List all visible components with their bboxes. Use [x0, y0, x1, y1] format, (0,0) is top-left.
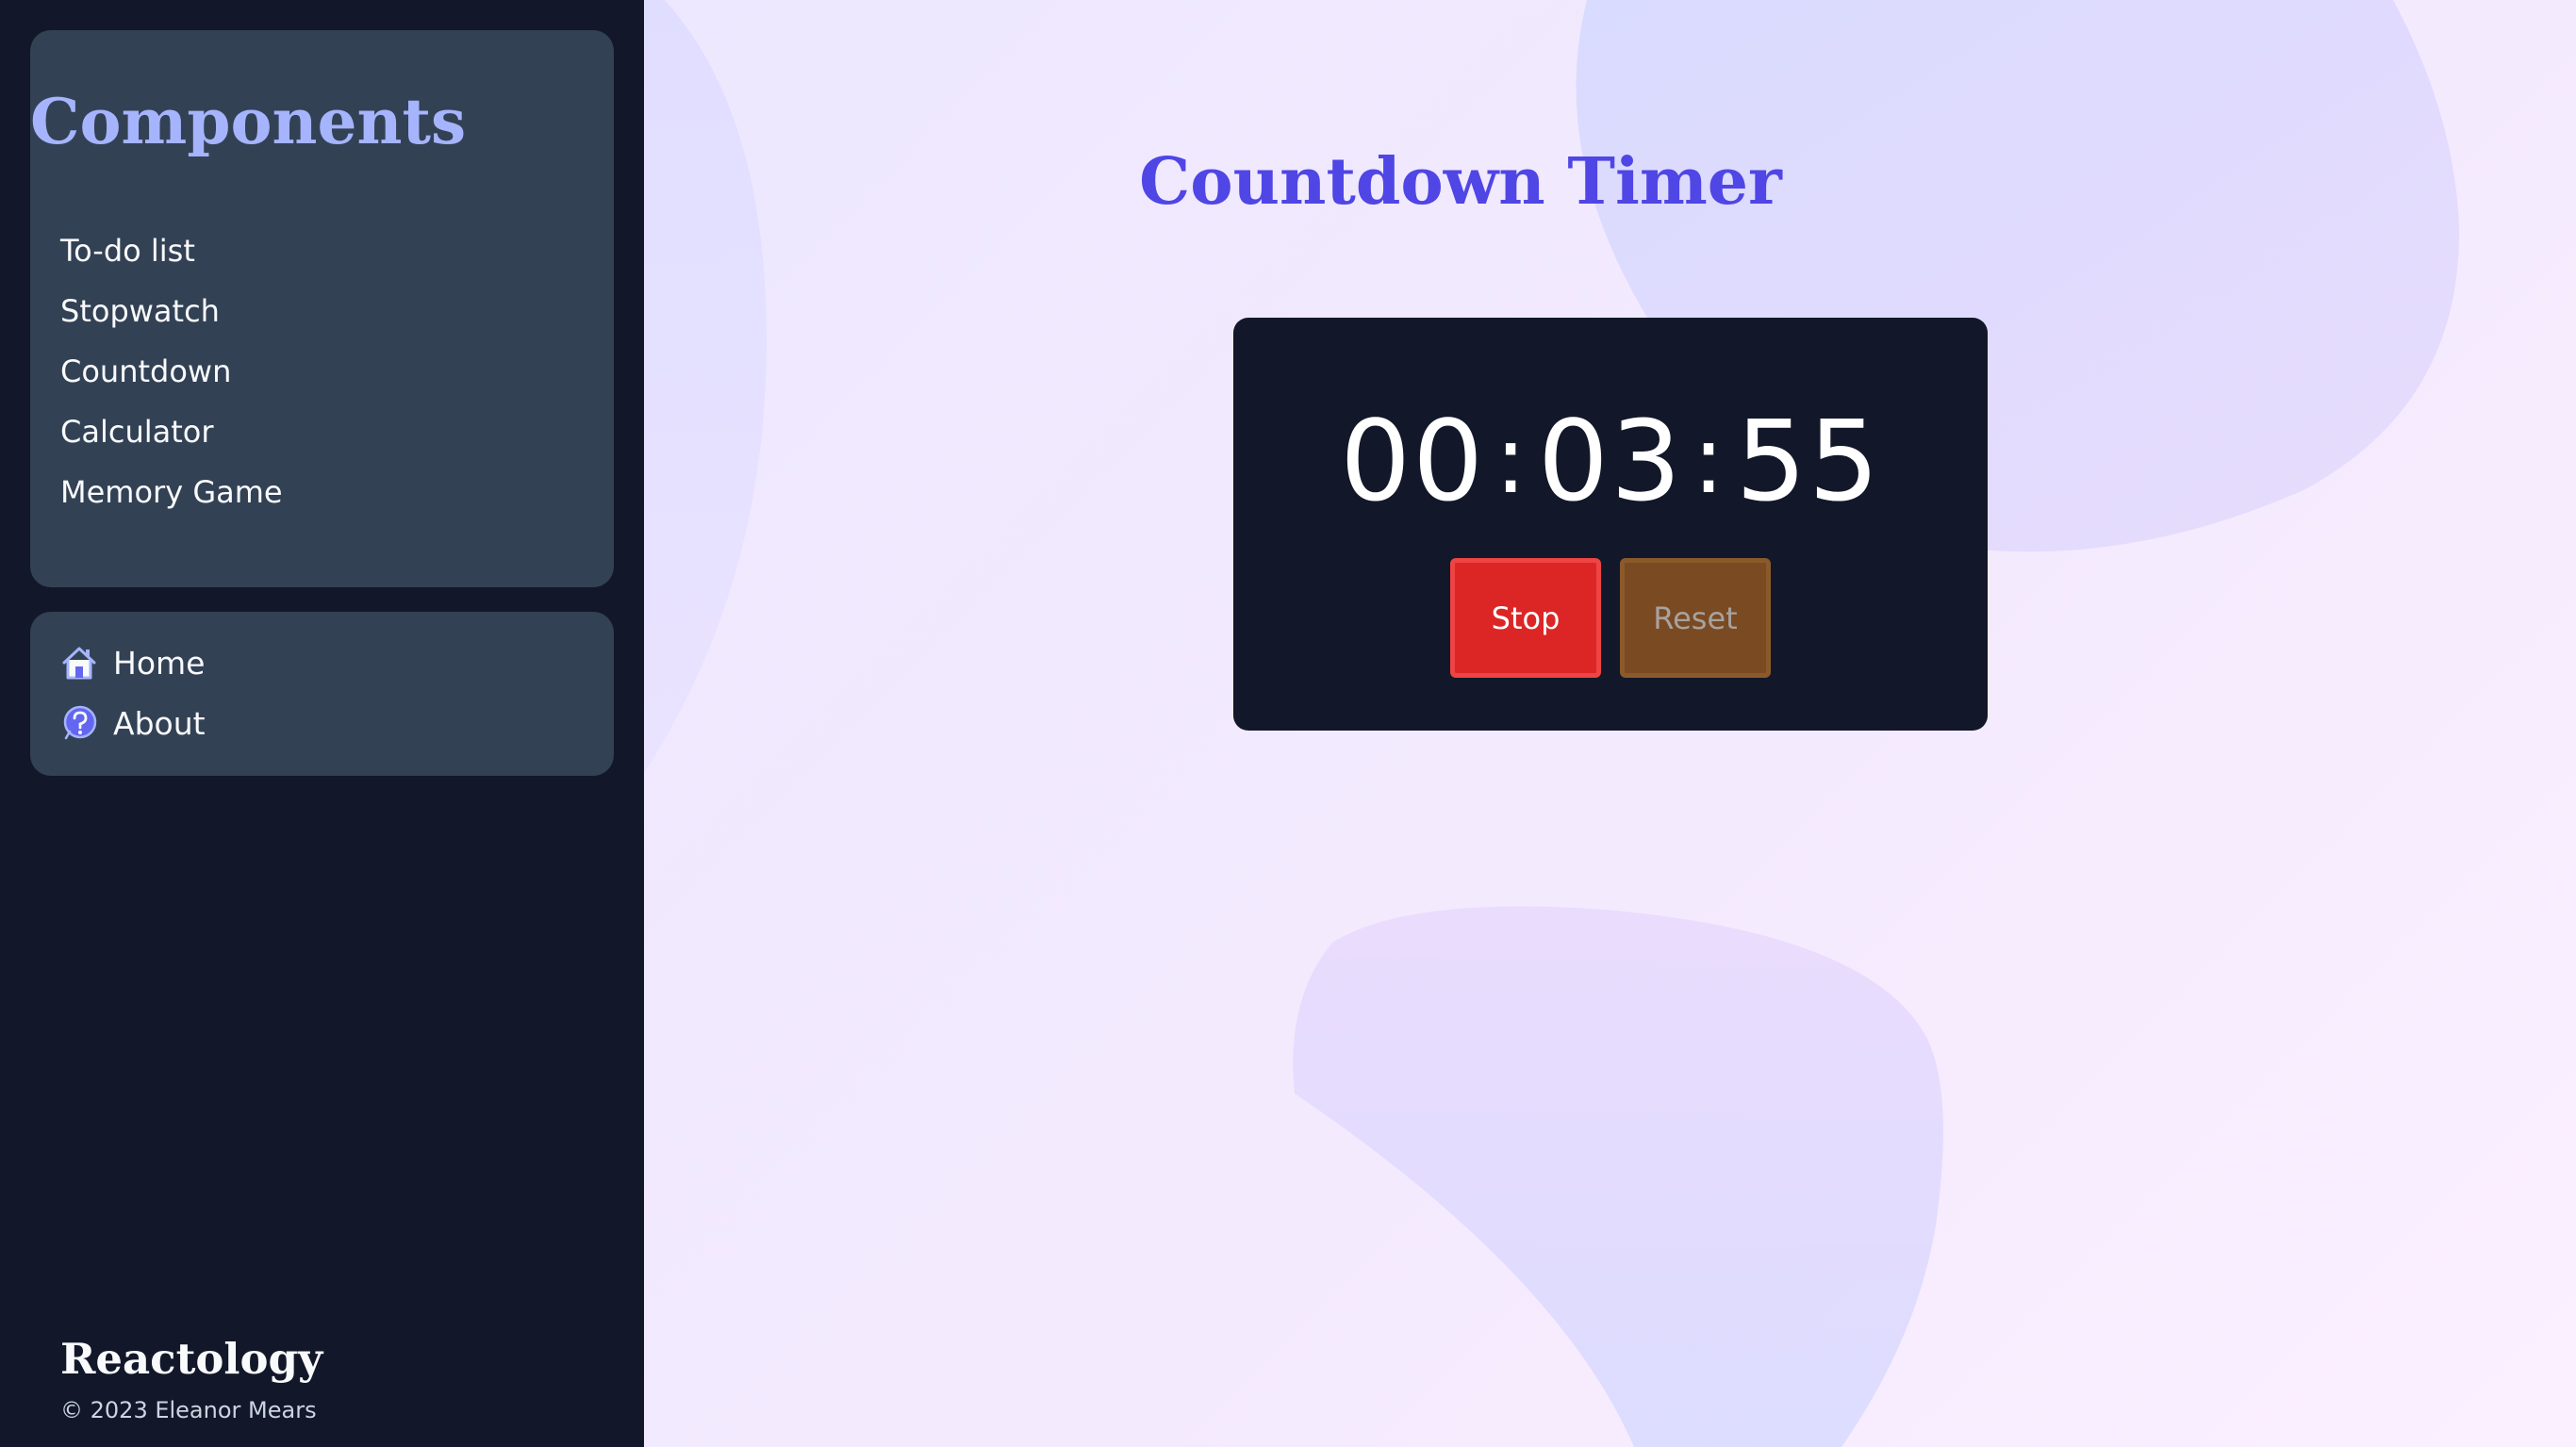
nav-item-about-label: About: [113, 704, 206, 742]
components-title: Components: [30, 85, 467, 158]
menu-item-calculator[interactable]: Calculator: [60, 402, 283, 462]
menu-item-todo-list[interactable]: To-do list: [60, 221, 283, 281]
timer-seconds: 55: [1735, 396, 1881, 526]
timer-display: 00:03:55: [1233, 395, 1988, 534]
brand-name: Reactology: [60, 1334, 323, 1384]
menu-item-memory-game[interactable]: Memory Game: [60, 462, 283, 522]
timer-minutes: 03: [1537, 396, 1684, 526]
timer-hours: 00: [1340, 396, 1486, 526]
nav-item-about[interactable]: About: [60, 693, 206, 753]
home-icon: [60, 644, 98, 682]
copyright: © 2023 Eleanor Mears: [60, 1397, 317, 1423]
nav-item-home[interactable]: Home: [60, 633, 206, 693]
page-title: Countdown Timer: [1139, 144, 1782, 220]
nav-menu: Home About: [60, 633, 206, 753]
reset-button[interactable]: Reset: [1620, 558, 1771, 678]
menu-item-stopwatch[interactable]: Stopwatch: [60, 281, 283, 341]
question-icon: [60, 704, 98, 742]
components-menu: To-do list Stopwatch Countdown Calculato…: [60, 221, 283, 522]
stop-button[interactable]: Stop: [1450, 558, 1601, 678]
nav-item-home-label: Home: [113, 644, 206, 682]
timer-separator: :: [1693, 404, 1726, 515]
timer-separator: :: [1494, 404, 1528, 515]
menu-item-countdown[interactable]: Countdown: [60, 341, 283, 402]
sidebar: Components To-do list Stopwatch Countdow…: [0, 0, 644, 1447]
timer-card: 00:03:55: [1233, 318, 1988, 731]
